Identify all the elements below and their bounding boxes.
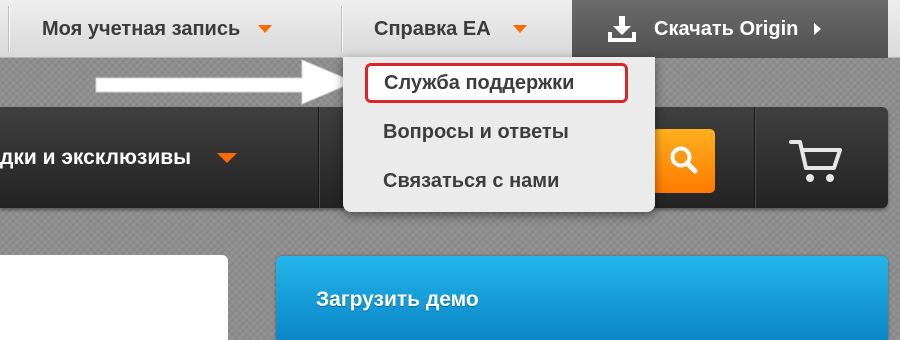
ea-help-menu[interactable]: Справка EA (374, 0, 527, 58)
download-origin-label: Скачать Origin (654, 17, 799, 40)
help-dropdown-menu: Служба поддержки Вопросы и ответы Связат… (343, 57, 655, 212)
my-account-menu[interactable]: Моя учетная запись (42, 0, 273, 58)
nav-divider (341, 6, 342, 52)
menu-item-label: Связаться с нами (383, 169, 560, 192)
category-divider (318, 107, 319, 208)
download-demo-link[interactable]: Загрузить демо (316, 288, 479, 312)
top-nav-bar: Моя учетная запись Справка EA Скачать Or… (0, 0, 900, 58)
menu-item-faq[interactable]: Вопросы и ответы (343, 110, 655, 154)
ea-help-label: Справка EA (374, 17, 491, 40)
dropdown-arrow-icon (258, 25, 273, 33)
my-account-label: Моя учетная запись (42, 17, 241, 40)
magnifier-icon (670, 146, 697, 174)
nav-divider (8, 6, 9, 52)
deals-exclusives-label: дки и эксклюзивы (0, 145, 192, 169)
demo-promo-panel: Загрузить демо (276, 256, 888, 340)
shopping-cart-icon[interactable] (788, 134, 846, 186)
chevron-right-icon (814, 23, 822, 35)
menu-item-label: Служба поддержки (384, 71, 575, 94)
menu-item-label: Вопросы и ответы (383, 120, 569, 143)
dropdown-arrow-icon (217, 152, 238, 163)
dropdown-arrow-icon (512, 25, 527, 33)
deals-exclusives-menu[interactable]: дки и эксклюзивы (0, 107, 238, 208)
download-tray-icon (608, 16, 636, 42)
annotation-arrow-icon (95, 59, 356, 105)
menu-item-contact-us[interactable]: Связаться с нами (343, 159, 655, 203)
content-panel (0, 255, 228, 340)
menu-item-support-service[interactable]: Служба поддержки (365, 63, 628, 103)
download-origin-button[interactable]: Скачать Origin (572, 0, 888, 58)
category-divider (754, 107, 755, 208)
search-button[interactable] (652, 129, 715, 193)
